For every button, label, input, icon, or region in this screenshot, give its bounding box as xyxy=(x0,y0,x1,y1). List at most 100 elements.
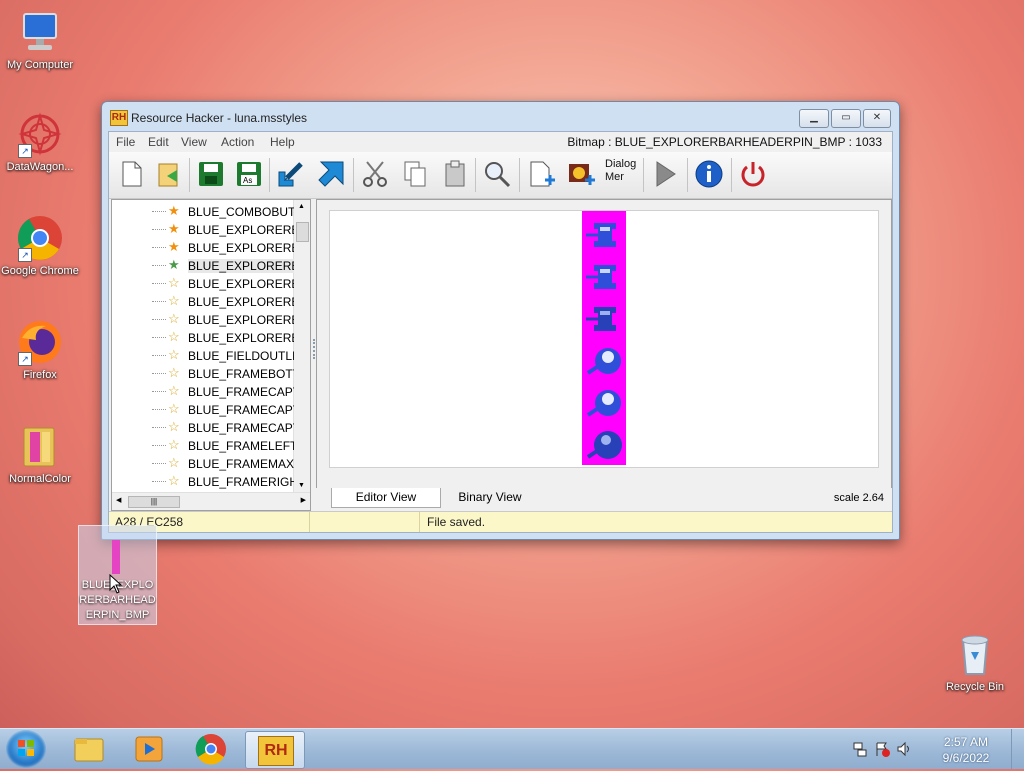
menu-bar: File Edit View Action Help Bitmap : BLUE… xyxy=(109,132,892,152)
tree-item[interactable]: ☆ BLUE_FRAMECAPT xyxy=(112,418,294,436)
network-icon[interactable] xyxy=(852,741,868,757)
star-icon: ☆ xyxy=(168,329,180,344)
tree-item[interactable]: ☆ BLUE_EXPLORERBA xyxy=(112,292,294,310)
desktop-icon-recycle-bin[interactable]: Recycle Bin xyxy=(935,630,1015,694)
tree-item[interactable]: ☆ BLUE_EXPLORERBA xyxy=(112,310,294,328)
minimize-button[interactable]: ▁ xyxy=(799,109,829,128)
scroll-up-arrow-icon[interactable]: ▲ xyxy=(298,203,305,210)
tree-item-label: BLUE_EXPLORERBA xyxy=(188,241,294,255)
scale-label: scale 2.64 xyxy=(833,492,884,504)
taskbar-media-player-button[interactable] xyxy=(120,731,178,767)
tree-item[interactable]: ☆ BLUE_FRAMECAPT xyxy=(112,382,294,400)
tree-item[interactable]: ★ BLUE_COMBOBUTT xyxy=(112,202,294,220)
tree-scroll-thumb[interactable] xyxy=(296,222,309,242)
run-script-icon[interactable] xyxy=(649,158,681,190)
star-icon: ☆ xyxy=(168,347,180,362)
dialog-menu-label: Dialog Mer xyxy=(605,158,637,183)
tree-item-label: BLUE_EXPLORERBA xyxy=(188,295,294,309)
tree-item[interactable]: ☆ BLUE_EXPLORERBA xyxy=(112,328,294,346)
desktop-icon-firefox[interactable]: ↗ Firefox xyxy=(0,318,80,382)
tree-item[interactable]: ☆ BLUE_FRAMEMAXII xyxy=(112,454,294,472)
volume-icon[interactable] xyxy=(896,741,912,757)
resource-info-label: Bitmap : BLUE_EXPLORERBARHEADERPIN_BMP :… xyxy=(567,135,882,149)
tree-item-label: BLUE_FRAMEBOTT xyxy=(188,367,294,381)
menu-edit[interactable]: Edit xyxy=(148,135,169,149)
menu-help[interactable]: Help xyxy=(270,135,295,149)
action-center-flag-icon[interactable] xyxy=(874,741,890,757)
scroll-down-arrow-icon[interactable]: ▼ xyxy=(298,482,305,489)
tree-item[interactable]: ☆ BLUE_FRAMECAPT xyxy=(112,400,294,418)
paste-icon[interactable] xyxy=(439,158,471,190)
title-bar[interactable]: RH Resource Hacker - luna.msstyles ▁ ▭ ✕ xyxy=(102,102,899,132)
tree-item-label: BLUE_EXPLORERBA xyxy=(188,331,294,345)
clock[interactable]: 2:57 AM 9/6/2022 xyxy=(936,734,996,766)
tree-item-label: BLUE_FRAMECAPT xyxy=(188,403,294,417)
taskbar-chrome-button[interactable] xyxy=(182,731,240,767)
system-tray: 2:57 AM 9/6/2022 xyxy=(836,729,1016,769)
compile-left-arrow-icon[interactable] xyxy=(275,158,307,190)
desktop-icon-label: Google Chrome xyxy=(1,265,79,277)
tree-item-label: BLUE_FRAMECAPT xyxy=(188,421,294,435)
tree-item[interactable]: ☆ BLUE_FRAMEBOTT xyxy=(112,364,294,382)
search-icon[interactable] xyxy=(481,158,513,190)
tree-item[interactable]: ☆ BLUE_FIELDOUTLII xyxy=(112,346,294,364)
tree-item[interactable]: ★ BLUE_EXPLORERBA xyxy=(112,256,294,274)
close-button[interactable]: ✕ xyxy=(863,109,891,128)
clock-date: 9/6/2022 xyxy=(942,751,990,765)
firefox-icon: ↗ xyxy=(16,318,64,366)
copy-icon[interactable] xyxy=(399,158,431,190)
pin-frame-icon xyxy=(586,265,616,289)
compile-right-arrow-icon[interactable] xyxy=(315,158,347,190)
tab-binary-view[interactable]: Binary View xyxy=(444,488,536,507)
tree-item-label: BLUE_FRAMECAPT xyxy=(188,385,294,399)
chrome-icon xyxy=(195,734,226,765)
desktop-icon-normalcolor[interactable]: NormalColor xyxy=(0,422,80,486)
dialog-menu-icon[interactable]: Dialog Mer xyxy=(605,158,641,190)
tree-item[interactable]: ★ BLUE_EXPLORERBA xyxy=(112,238,294,256)
tree-item[interactable]: ☆ BLUE_EXPLORERBA xyxy=(112,274,294,292)
info-icon[interactable] xyxy=(693,158,725,190)
tree-hscroll-thumb[interactable]: ||| xyxy=(128,496,180,508)
add-image-resource-icon[interactable] xyxy=(565,158,597,190)
datawagon-icon: ↗ xyxy=(16,110,64,158)
maximize-button[interactable]: ▭ xyxy=(831,109,861,128)
tree-horizontal-scrollbar[interactable]: ◀ ||| ▶ xyxy=(112,492,310,510)
open-file-icon[interactable] xyxy=(153,158,185,190)
menu-view[interactable]: View xyxy=(181,135,207,149)
tree-item[interactable]: ☆ BLUE_FRAMELEFT_ xyxy=(112,436,294,454)
dragged-file-icon[interactable]: BLUE_EXPLORERBARHEADERPIN_BMP xyxy=(78,525,157,625)
tree-item-label: BLUE_COMBOBUTT xyxy=(188,205,294,219)
star-icon: ☆ xyxy=(168,437,180,452)
tree-vertical-scrollbar[interactable]: ▲ ▼ xyxy=(293,200,310,492)
show-desktop-button[interactable] xyxy=(1011,729,1024,769)
tree-item[interactable]: ★ BLUE_EXPLORERBA xyxy=(112,220,294,238)
menu-file[interactable]: File xyxy=(116,135,135,149)
desktop-icon-my-computer[interactable]: My Computer xyxy=(0,8,80,72)
scroll-right-arrow-icon[interactable]: ▶ xyxy=(301,496,306,504)
cut-icon[interactable] xyxy=(359,158,391,190)
tab-editor-view[interactable]: Editor View xyxy=(331,488,441,508)
new-file-icon[interactable] xyxy=(115,158,147,190)
resource-tree[interactable]: ▲ ▼ ◀ ||| ▶ ★ BLUE_COMBOBUTT ★ BLUE_EXPLORE… xyxy=(111,199,311,511)
desktop-icon-label: Recycle Bin xyxy=(945,681,1005,693)
taskbar: RH 2:57 AM 9/6/2022 xyxy=(0,728,1024,769)
menu-action[interactable]: Action xyxy=(221,135,254,149)
tree-item-label: BLUE_FRAMERIGHT xyxy=(188,475,294,489)
desktop-icon-google-chrome[interactable]: ↗ Google Chrome xyxy=(0,214,80,278)
tree-item-label: BLUE_EXPLORERBA xyxy=(188,223,294,237)
bitmap-file-icon xyxy=(112,540,120,574)
view-tabs: Editor View Binary View scale 2.64 xyxy=(316,488,892,509)
bitmap-canvas[interactable] xyxy=(329,210,879,468)
save-as-icon[interactable]: As xyxy=(233,158,265,190)
taskbar-explorer-button[interactable] xyxy=(60,731,118,767)
tree-item[interactable]: ☆ BLUE_FRAMERIGHT xyxy=(112,472,294,490)
desktop-icon-datawagon[interactable]: ↗ DataWagon... xyxy=(0,110,80,174)
taskbar-resource-hacker-button[interactable]: RH xyxy=(245,731,305,769)
scroll-left-arrow-icon[interactable]: ◀ xyxy=(116,496,121,504)
media-player-icon xyxy=(135,736,163,762)
save-icon[interactable] xyxy=(195,158,227,190)
exit-power-icon[interactable] xyxy=(737,158,769,190)
chrome-icon: ↗ xyxy=(16,214,64,262)
add-resource-icon[interactable] xyxy=(525,158,557,190)
start-button[interactable] xyxy=(6,730,46,768)
